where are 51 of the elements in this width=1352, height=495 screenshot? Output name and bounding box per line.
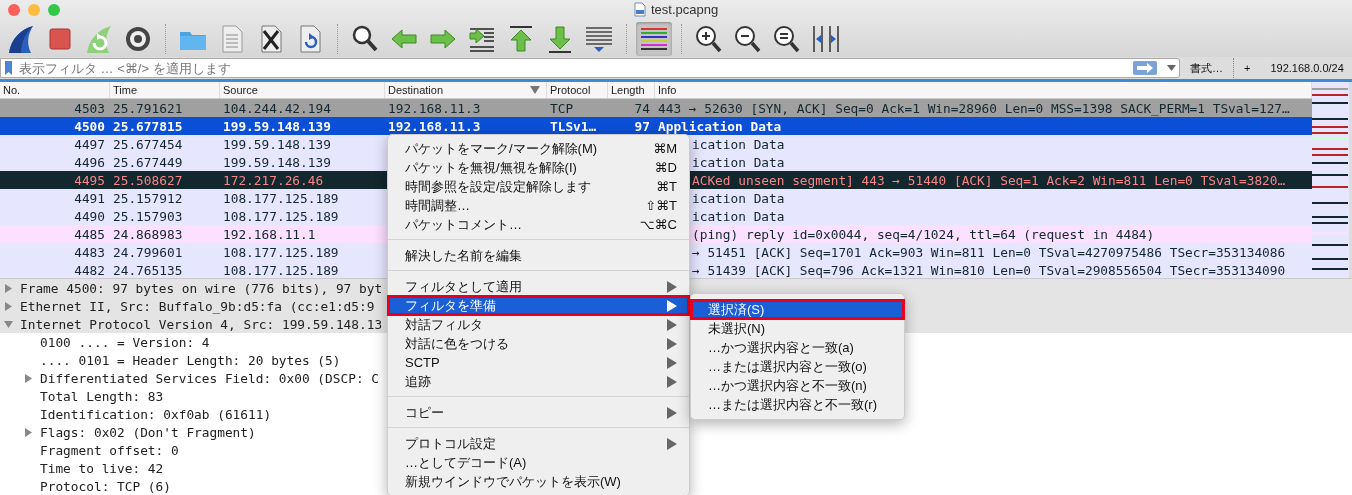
table-cell: ication Data	[692, 136, 785, 152]
table-cell: → 51439 [ACK] Seq=796 Ack=1321 Win=810 Len=0 TSval=2908556504 TSecr=353134090	[692, 262, 1286, 278]
window-title: test.pcapng	[651, 2, 719, 17]
table-cell: 108.177.125.189	[223, 244, 339, 260]
shortcut-label: ⇧⌘T	[645, 198, 677, 213]
table-cell: 24.868983	[113, 226, 183, 242]
table-cell: ACKed unseen segment] 443 → 51440 [ACK] Seq=1 Ack=2 Win=811 Len=0 TSval=3820…	[692, 172, 1286, 188]
table-cell: 443 → 52630 [SYN, ACK] Seq=0 Ack=1 Win=28960 Len=0 MSS=1398 SACK_PERM=1 TSval=127…	[658, 100, 1290, 116]
shortcut-label: ⌥⌘C	[639, 217, 677, 232]
table-cell: 25.677454	[113, 136, 183, 152]
table-cell: 192.168.11.3	[388, 118, 481, 134]
table-cell: 25.157903	[113, 208, 183, 224]
table-cell: 4490	[74, 208, 105, 224]
table-cell: 4503	[74, 100, 105, 116]
table-cell: 97	[634, 118, 650, 134]
table-cell: 192.168.11.1	[223, 226, 316, 242]
table-cell: 172.217.26.46	[223, 172, 324, 188]
table-cell: (ping) reply id=0x0044, seq=4/1024, ttl=64 (request in 4484)	[692, 226, 1155, 242]
table-cell: 199.59.148.139	[223, 136, 331, 152]
table-cell: 108.177.125.189	[223, 190, 339, 206]
table-cell: Application Data	[658, 118, 782, 134]
table-cell: 24.799601	[113, 244, 183, 260]
table-cell: 4496	[74, 154, 105, 170]
table-cell: 4483	[74, 244, 105, 260]
table-cell: ication Data	[692, 154, 785, 170]
table-cell: 4495	[74, 172, 105, 188]
table-cell: 4497	[74, 136, 105, 152]
table-cell: 25.677449	[113, 154, 183, 170]
table-cell: 4500	[74, 118, 105, 134]
table-cell: TLSv1…	[550, 118, 597, 134]
table-cell: 199.59.148.139	[223, 118, 331, 134]
table-cell: TCP	[550, 100, 574, 116]
table-cell: 199.59.148.139	[223, 154, 331, 170]
table-cell: 25.508627	[113, 172, 183, 188]
table-cell: ication Data	[692, 208, 785, 224]
table-cell: 25.157912	[113, 190, 183, 206]
table-cell: 4491	[74, 190, 105, 206]
table-cell: 108.177.125.189	[223, 208, 339, 224]
table-cell: 24.765135	[113, 262, 183, 278]
shortcut-label: ⌘T	[656, 179, 677, 194]
table-cell: 192.168.11.3	[388, 100, 481, 116]
table-cell: 25.677815	[113, 118, 183, 134]
table-cell: 25.791621	[113, 100, 183, 116]
table-cell: 108.177.125.189	[223, 262, 339, 278]
table-cell: 4482	[74, 262, 105, 278]
table-cell: 4485	[74, 226, 105, 242]
table-cell: ication Data	[692, 190, 785, 206]
table-cell: 104.244.42.194	[223, 100, 331, 116]
table-cell: → 51451 [ACK] Seq=1701 Ack=903 Win=811 Len=0 TSval=4270975486 TSecr=353134086	[692, 244, 1286, 260]
shortcut-label: ⌘M	[653, 141, 677, 156]
table-cell: 74	[634, 100, 650, 116]
